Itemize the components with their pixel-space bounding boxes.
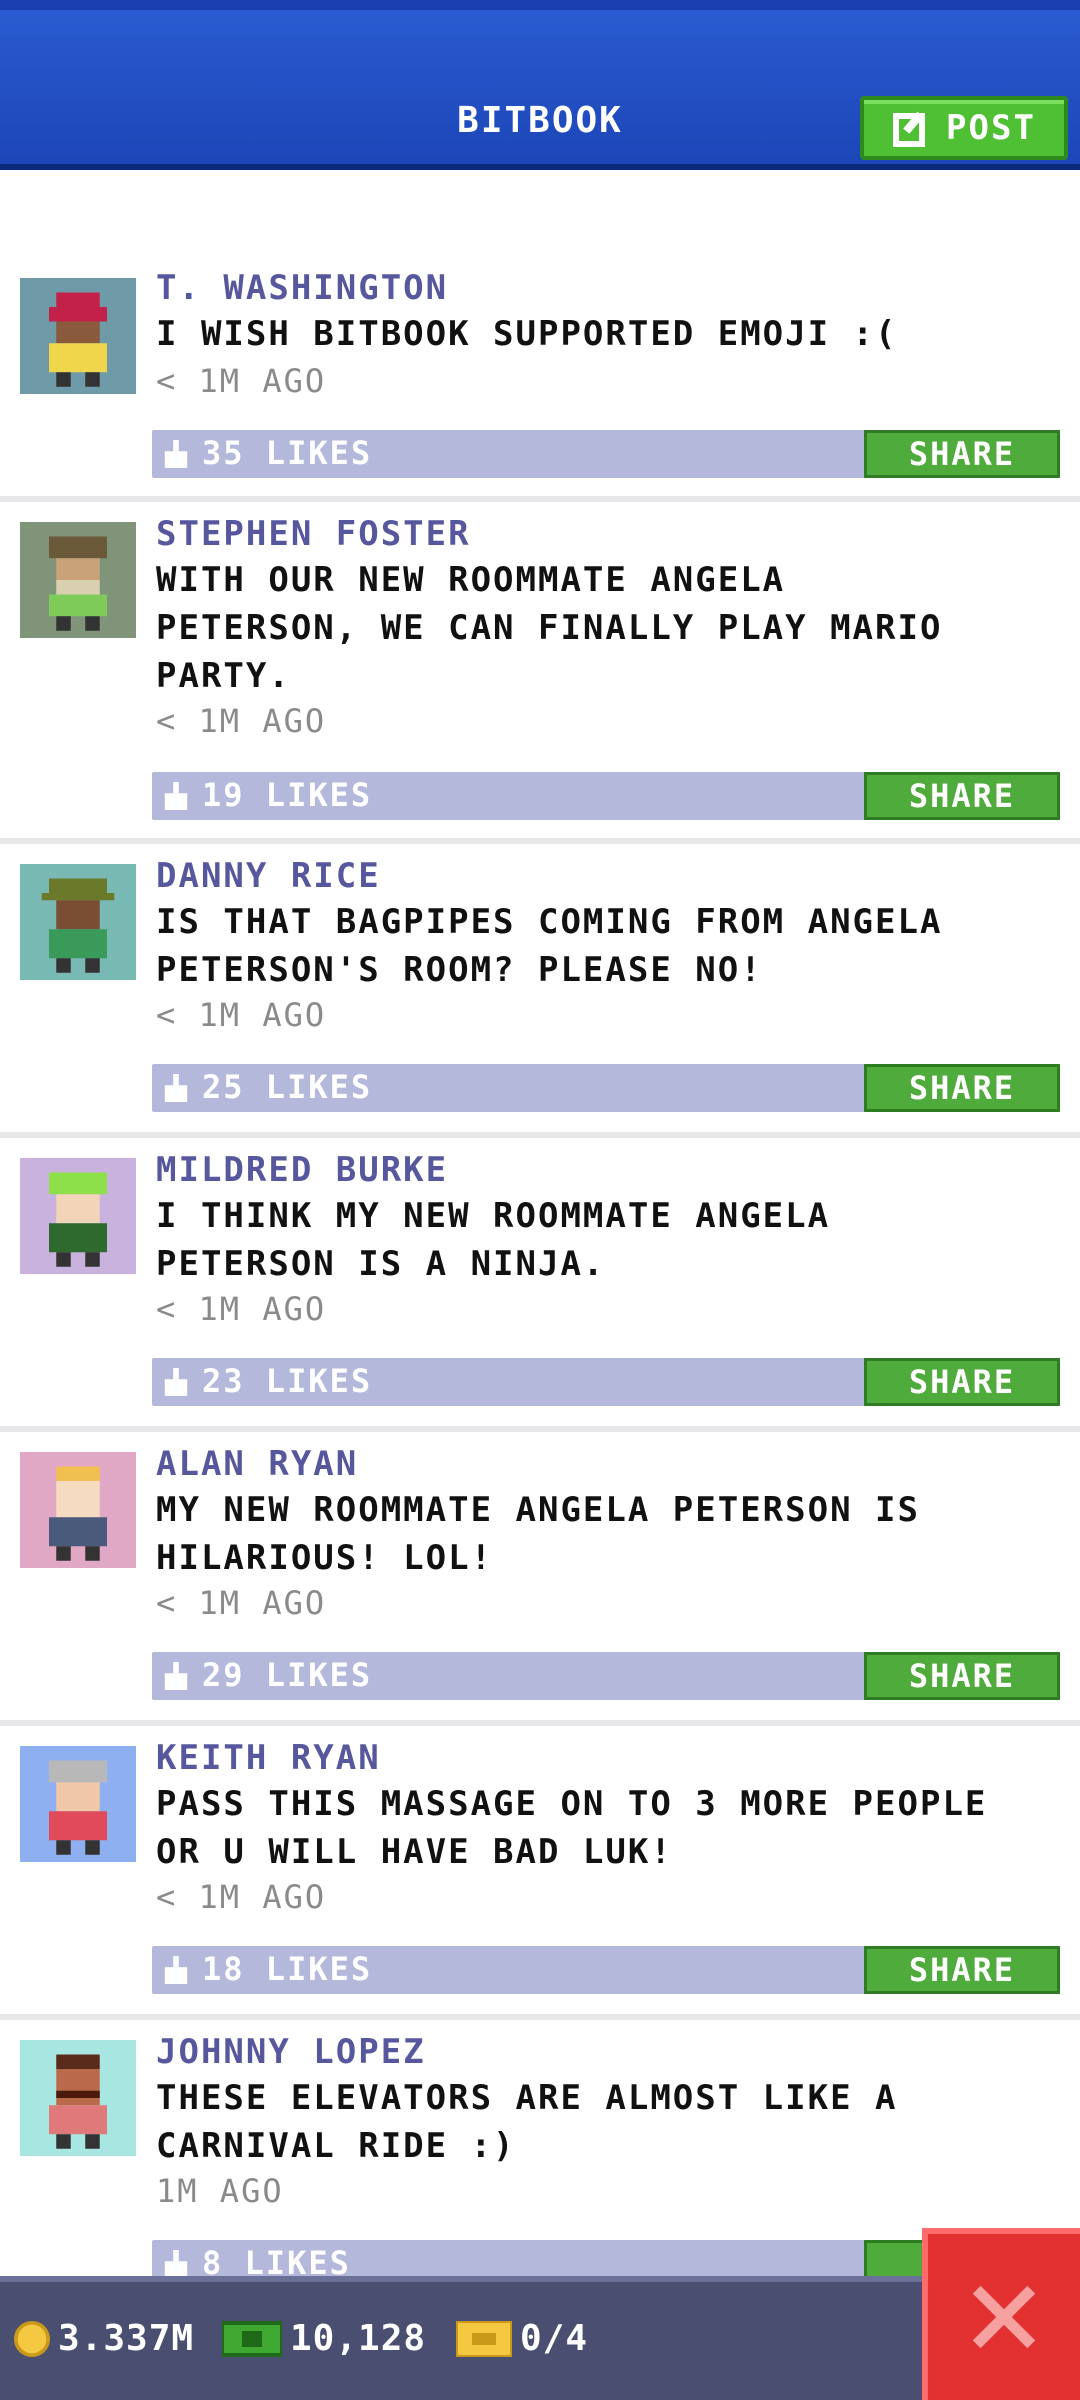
coins-value: 3.337M — [58, 2318, 195, 2359]
share-button[interactable]: SHARE — [864, 772, 1060, 820]
post-author[interactable]: T. WASHINGTON — [156, 268, 448, 308]
thumbs-up-icon[interactable] — [162, 1662, 190, 1690]
post-message: I WISH BITBOOK SUPPORTED EMOJI :( — [156, 314, 898, 354]
bux-stat: 10,128 — [222, 2318, 426, 2359]
coins-stat: 3.337M — [14, 2318, 194, 2359]
avatar[interactable] — [20, 1158, 136, 1274]
post-message: THESE ELEVATORS ARE ALMOST LIKE A CARNIV… — [156, 2078, 898, 2166]
thumbs-up-icon[interactable] — [162, 1074, 190, 1102]
post-button[interactable]: POST — [860, 96, 1068, 160]
avatar[interactable] — [20, 278, 136, 394]
post-author[interactable]: ALAN RYAN — [156, 1444, 358, 1484]
feed-list[interactable]: T. WASHINGTON I WISH BITBOOK SUPPORTED E… — [0, 176, 1080, 2276]
post-message: IS THAT BAGPIPES COMING FROM ANGELA PETE… — [156, 902, 943, 990]
like-count: 8 LIKES — [202, 2244, 351, 2276]
like-bar: 35 LIKES SHARE — [152, 430, 1060, 478]
post-card: KEITH RYAN PASS THIS MASSAGE ON TO 3 MOR… — [0, 1726, 1080, 2020]
like-count: 23 LIKES — [202, 1362, 373, 1400]
compose-icon — [893, 111, 926, 147]
share-button[interactable]: SHARE — [864, 430, 1060, 478]
post-message: MY NEW ROOMMATE ANGELA PETERSON IS HILAR… — [156, 1490, 920, 1578]
post-time: < 1M AGO — [156, 702, 327, 740]
post-author[interactable]: STEPHEN FOSTER — [156, 514, 471, 554]
thumbs-up-icon[interactable] — [162, 782, 190, 810]
post-message: I THINK MY NEW ROOMMATE ANGELA PETERSON … — [156, 1196, 831, 1284]
header-bar: BITBOOK POST — [0, 0, 1080, 170]
like-bar: 23 LIKES SHARE — [152, 1358, 1060, 1406]
thumbs-up-icon[interactable] — [162, 2250, 190, 2276]
post-time: < 1M AGO — [156, 996, 327, 1034]
thumbs-up-icon[interactable] — [162, 440, 190, 468]
like-bar: 18 LIKES SHARE — [152, 1946, 1060, 1994]
post-card: STEPHEN FOSTER WITH OUR NEW ROOMMATE ANG… — [0, 502, 1080, 844]
post-author[interactable]: MILDRED BURKE — [156, 1150, 448, 1190]
tickets-value: 0/4 — [520, 2318, 589, 2359]
post-message: WITH OUR NEW ROOMMATE ANGELA PETERSON, W… — [156, 560, 943, 696]
post-author[interactable]: DANNY RICE — [156, 856, 381, 896]
post-button-label: POST — [946, 108, 1036, 148]
avatar[interactable] — [20, 1452, 136, 1568]
ticket-icon — [456, 2320, 512, 2357]
tickets-stat: 0/4 — [456, 2318, 588, 2359]
avatar[interactable] — [20, 522, 136, 638]
bux-value: 10,128 — [290, 2318, 427, 2359]
thumbs-up-icon[interactable] — [162, 1368, 190, 1396]
like-bar: 29 LIKES SHARE — [152, 1652, 1060, 1700]
like-bar: 19 LIKES SHARE — [152, 772, 1060, 820]
share-button[interactable]: SHARE — [864, 1358, 1060, 1406]
avatar[interactable] — [20, 2040, 136, 2156]
bux-icon — [222, 2320, 282, 2357]
avatar[interactable] — [20, 1746, 136, 1862]
like-bar: 25 LIKES SHARE — [152, 1064, 1060, 1112]
post-card: JOHNNY LOPEZ THESE ELEVATORS ARE ALMOST … — [0, 2020, 1080, 2276]
share-button[interactable]: SHARE — [864, 1652, 1060, 1700]
post-card: T. WASHINGTON I WISH BITBOOK SUPPORTED E… — [0, 176, 1080, 502]
post-card: MILDRED BURKE I THINK MY NEW ROOMMATE AN… — [0, 1138, 1080, 1432]
like-count: 18 LIKES — [202, 1950, 373, 1988]
thumbs-up-icon[interactable] — [162, 1956, 190, 1984]
post-message: PASS THIS MASSAGE ON TO 3 MORE PEOPLE OR… — [156, 1784, 988, 1872]
like-count: 25 LIKES — [202, 1068, 373, 1106]
like-count: 29 LIKES — [202, 1656, 373, 1694]
share-button[interactable]: SHARE — [864, 1064, 1060, 1112]
post-author[interactable]: KEITH RYAN — [156, 1738, 381, 1778]
avatar[interactable] — [20, 864, 136, 980]
share-button[interactable]: SHARE — [864, 1946, 1060, 1994]
post-time: < 1M AGO — [156, 1878, 327, 1916]
like-count: 19 LIKES — [202, 776, 373, 814]
post-author[interactable]: JOHNNY LOPEZ — [156, 2032, 426, 2072]
close-button[interactable] — [922, 2228, 1080, 2400]
status-bar: 3.337M 10,128 0/4 — [0, 2276, 1080, 2400]
like-count: 35 LIKES — [202, 434, 373, 472]
post-card: DANNY RICE IS THAT BAGPIPES COMING FROM … — [0, 844, 1080, 1138]
post-time: 1M AGO — [156, 2172, 284, 2210]
post-card: ALAN RYAN MY NEW ROOMMATE ANGELA PETERSO… — [0, 1432, 1080, 1726]
post-time: < 1M AGO — [156, 362, 327, 400]
close-icon — [972, 2285, 1036, 2349]
coin-icon — [14, 2320, 50, 2357]
post-time: < 1M AGO — [156, 1290, 327, 1328]
bitbook-screen: BITBOOK POST T. WASHINGTON I WISH BITBOO… — [0, 0, 1080, 2400]
post-time: < 1M AGO — [156, 1584, 327, 1622]
